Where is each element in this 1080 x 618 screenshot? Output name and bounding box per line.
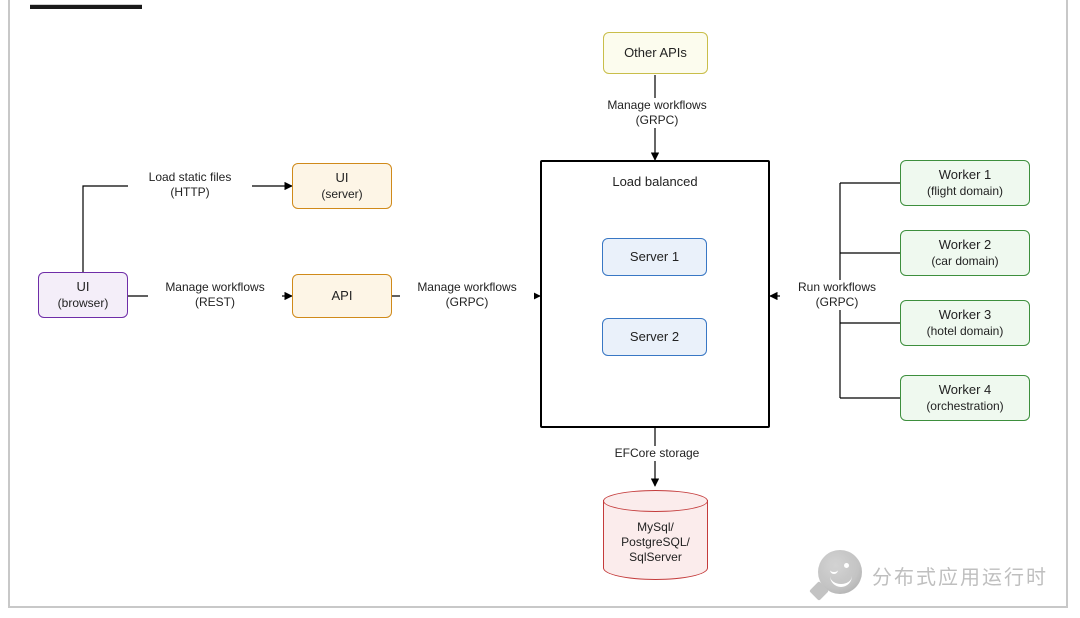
edge-label-browser-ui: Load static files (HTTP) (128, 170, 252, 200)
diagram-canvas: ▬▬▬▬▬▬▬▬ UI (browser) UI (server) (8, 0, 1068, 608)
node-ui-server-title: UI (336, 170, 349, 186)
edge-label-lb-db: EFCore storage (590, 446, 724, 461)
edge-label-api-lb-l1: Manage workflows (417, 280, 516, 294)
node-database: MySql/ PostgreSQL/ SqlServer (603, 490, 708, 580)
edge-label-api-lb-l2: (GRPC) (446, 295, 489, 309)
node-worker-3: Worker 3 (hotel domain) (900, 300, 1030, 346)
node-ui-browser-sub: (browser) (58, 296, 109, 311)
node-database-line2: PostgreSQL/ (621, 535, 690, 549)
edge-label-workers-lb-l1: Run workflows (798, 280, 876, 294)
edge-label-browser-ui-l2: (HTTP) (170, 185, 209, 199)
node-worker-4: Worker 4 (orchestration) (900, 375, 1030, 421)
node-server-2: Server 2 (602, 318, 707, 356)
node-server-1: Server 1 (602, 238, 707, 276)
edge-label-api-lb: Manage workflows (GRPC) (400, 280, 534, 310)
node-load-balanced (540, 160, 770, 428)
node-worker-3-title: Worker 3 (939, 307, 992, 323)
edge-label-other-lb-l2: (GRPC) (636, 113, 679, 127)
cropped-header-text: ▬▬▬▬▬▬▬▬ (30, 0, 142, 12)
node-worker-3-sub: (hotel domain) (927, 324, 1004, 339)
node-server-1-title: Server 1 (630, 249, 679, 265)
node-load-balanced-title: Load balanced (540, 174, 770, 189)
edge-label-browser-ui-l1: Load static files (149, 170, 232, 184)
wechat-bubble-icon (818, 550, 862, 594)
edge-label-browser-api: Manage workflows (REST) (148, 280, 282, 310)
node-worker-2-title: Worker 2 (939, 237, 992, 253)
node-ui-browser-title: UI (77, 279, 90, 295)
node-api: API (292, 274, 392, 318)
node-other-apis: Other APIs (603, 32, 708, 74)
node-worker-1-sub: (flight domain) (927, 184, 1003, 199)
edge-label-workers-lb: Run workflows (GRPC) (780, 280, 894, 310)
edge-label-workers-lb-l2: (GRPC) (816, 295, 859, 309)
node-server-2-title: Server 2 (630, 329, 679, 345)
node-worker-4-sub: (orchestration) (926, 399, 1003, 414)
node-worker-2: Worker 2 (car domain) (900, 230, 1030, 276)
node-api-title: API (332, 288, 353, 304)
node-database-line1: MySql/ (637, 520, 674, 534)
node-ui-server: UI (server) (292, 163, 392, 209)
watermark-text: 分布式应用运行时 (872, 561, 1048, 590)
edge-label-browser-api-l1: Manage workflows (165, 280, 264, 294)
edge-label-browser-api-l2: (REST) (195, 295, 235, 309)
node-ui-server-sub: (server) (321, 187, 362, 202)
edge-label-other-lb: Manage workflows (GRPC) (590, 98, 724, 128)
node-database-line3: SqlServer (629, 550, 682, 564)
node-worker-1: Worker 1 (flight domain) (900, 160, 1030, 206)
node-other-apis-title: Other APIs (624, 45, 687, 61)
node-ui-browser: UI (browser) (38, 272, 128, 318)
edge-label-lb-db-l1: EFCore storage (615, 446, 700, 460)
edge-label-other-lb-l1: Manage workflows (607, 98, 706, 112)
node-worker-2-sub: (car domain) (931, 254, 998, 269)
node-worker-1-title: Worker 1 (939, 167, 992, 183)
node-worker-4-title: Worker 4 (939, 382, 992, 398)
